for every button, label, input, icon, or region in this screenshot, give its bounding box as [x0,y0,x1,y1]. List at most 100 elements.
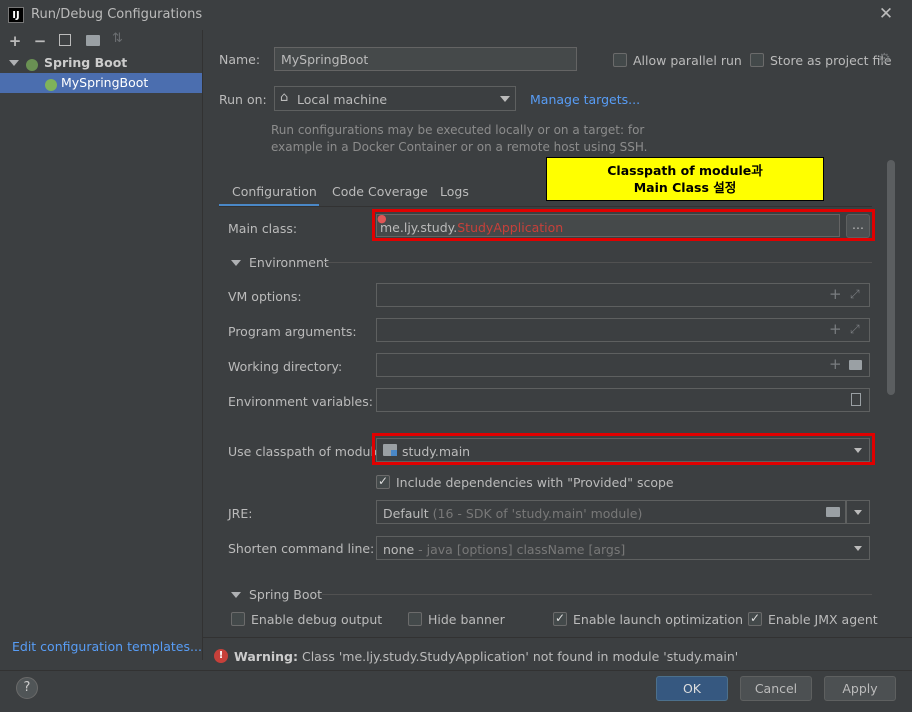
spring-boot-divider [322,594,872,595]
environment-collapse-icon[interactable] [231,260,241,266]
dropdown-arrow-icon [500,96,510,102]
browse-main-class-button[interactable]: ... [846,214,870,238]
tree-group-label: Spring Boot [44,55,128,70]
tab-configuration[interactable]: Configuration [232,184,317,199]
warning-text: Warning: Class 'me.ljy.study.StudyApplic… [234,649,738,664]
enable-jmx-label: Enable JMX agent [768,612,878,627]
include-dependencies-checkbox[interactable] [376,474,390,489]
manage-targets-link[interactable]: Manage targets... [530,92,640,107]
classpath-label: Use classpath of module: [228,444,386,459]
working-directory-field[interactable]: + [376,353,870,377]
warning-divider [203,637,912,638]
edit-templates-link[interactable]: Edit configuration templates... [12,639,202,654]
expand-icon[interactable]: ⤢ [850,322,860,337]
environment-variables-label: Environment variables: [228,394,373,409]
run-on-select[interactable]: ⌂ Local machine [274,86,516,111]
jre-detail: (16 - SDK of 'study.main' module) [432,506,643,521]
add-icon[interactable]: + [829,320,842,338]
run-on-help-1: Run configurations may be executed local… [271,123,645,137]
vm-options-field[interactable]: + ⤢ [376,283,870,307]
warning-icon: ! [214,649,228,663]
store-project-file-checkbox[interactable] [750,53,764,67]
close-icon[interactable]: ✕ [876,4,896,24]
main-class-value: me.ljy.study.StudyApplication [380,220,563,235]
warning-message: Class 'me.ljy.study.StudyApplication' no… [301,649,739,664]
add-icon[interactable]: + [829,285,842,303]
annotation-line-1: Classpath of module과 [607,163,763,178]
annotation-line-2: Main Class 설정 [633,180,737,195]
include-dependencies-label: Include dependencies with "Provided" sco… [396,475,674,490]
add-icon[interactable]: + [829,355,842,373]
spring-boot-config-icon [45,77,57,97]
main-class-package: me.ljy.study. [380,220,458,235]
jre-field[interactable]: Default (16 - SDK of 'study.main' module… [376,500,846,524]
hide-banner-label: Hide banner [428,612,505,627]
scrollbar-thumb[interactable] [887,160,895,395]
folder-icon[interactable] [849,360,862,370]
spring-boot-section-title: Spring Boot [249,587,323,602]
annotation-callout: Classpath of module과 Main Class 설정 [546,157,824,201]
apply-button[interactable]: Apply [824,676,896,701]
main-class-name: StudyApplication [457,220,564,235]
program-arguments-label: Program arguments: [228,324,357,339]
dropdown-arrow-icon [854,448,862,453]
remove-icon[interactable]: − [31,32,49,50]
warning-title: Warning: [234,649,298,664]
run-on-value: Local machine [297,92,388,107]
shorten-none: none [383,542,415,557]
enable-debug-checkbox[interactable] [231,612,245,626]
shorten-command-line-label: Shorten command line: [228,541,375,556]
main-class-field[interactable]: ● me.ljy.study.StudyApplication [376,212,840,237]
chevron-down-icon [9,60,19,66]
shorten-command-line-select[interactable]: none - java [options] className [args] [376,536,870,560]
enable-launch-optimization-label: Enable launch optimization [573,612,744,627]
dropdown-arrow-icon [854,546,862,551]
add-icon[interactable]: + [6,32,24,50]
enable-debug-label: Enable debug output [251,612,383,627]
spring-boot-collapse-icon[interactable] [231,592,241,598]
tab-code-coverage[interactable]: Code Coverage [332,184,428,199]
home-icon: ⌂ [280,90,289,105]
window-title: Run/Debug Configurations [31,7,203,22]
working-directory-label: Working directory: [228,359,343,374]
intellij-app-icon: IJ [8,7,24,23]
classpath-value: study.main [402,444,471,459]
tree-group-spring-boot[interactable]: Spring Boot [0,53,202,73]
tree-item-myspringboot[interactable]: MySpringBoot [0,73,202,93]
gear-icon[interactable]: ⚙ [878,51,891,67]
jre-dropdown[interactable] [846,500,870,524]
environment-section-title: Environment [249,255,329,270]
config-tree-panel [0,30,203,660]
jre-default: Default [383,506,429,521]
configuration-panel [219,207,872,632]
copy-icon[interactable] [59,34,71,46]
folder-icon[interactable] [826,507,840,517]
main-class-label: Main class: [228,221,298,236]
name-field[interactable]: MySpringBoot [274,47,577,71]
tab-logs[interactable]: Logs [440,184,469,199]
jre-value: Default (16 - SDK of 'study.main' module… [383,506,642,521]
tree-item-label: MySpringBoot [61,75,149,90]
allow-parallel-checkbox[interactable] [613,53,627,67]
cancel-button[interactable]: Cancel [740,676,812,701]
folder-icon[interactable] [86,35,100,46]
help-button[interactable]: ? [16,677,38,699]
dropdown-arrow-icon [854,510,862,515]
sort-icon[interactable]: ⇅ [112,31,123,46]
hide-banner-checkbox[interactable] [408,612,422,626]
expand-icon[interactable]: ⤢ [850,287,860,302]
vm-options-label: VM options: [228,289,302,304]
document-icon[interactable] [851,393,861,406]
program-arguments-field[interactable]: + ⤢ [376,318,870,342]
store-project-file-label: Store as project file [770,53,892,68]
enable-launch-optimization-checkbox[interactable] [553,611,567,626]
classpath-select[interactable]: study.main [376,438,870,462]
run-on-label: Run on: [219,92,267,107]
name-label: Name: [219,52,261,67]
name-value: MySpringBoot [281,52,369,67]
shorten-value: none - java [options] className [args] [383,542,625,557]
module-badge-icon [391,450,397,456]
enable-jmx-checkbox[interactable] [748,611,762,626]
ok-button[interactable]: OK [656,676,728,701]
environment-variables-field[interactable] [376,388,870,412]
